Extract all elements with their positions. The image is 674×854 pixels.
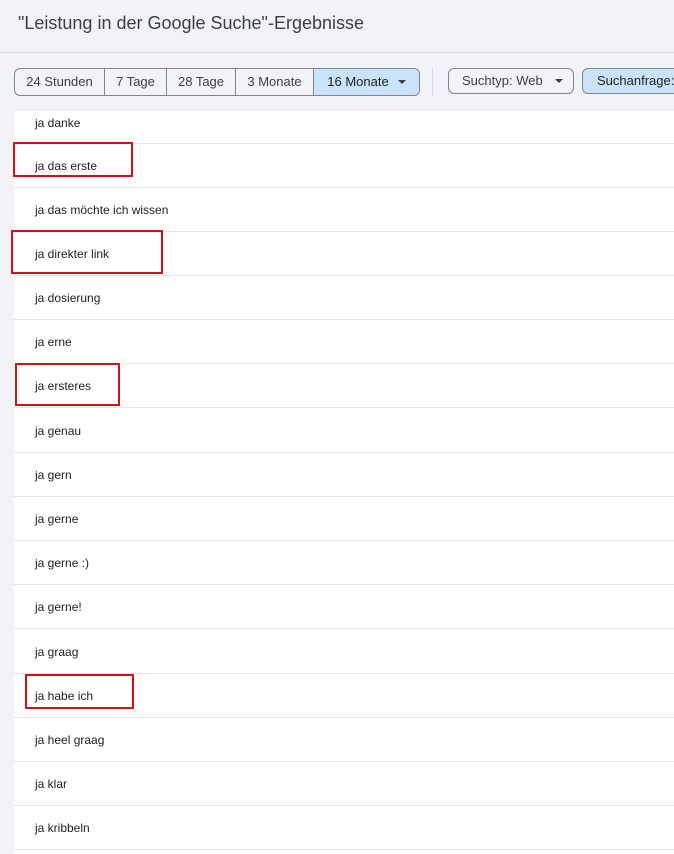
highlight-box (13, 142, 133, 177)
query-row[interactable]: ja gerne :) (14, 541, 674, 585)
date-range-label: 28 Tage (177, 74, 225, 89)
query-row[interactable]: ja klar (14, 762, 674, 806)
toolbar-divider (432, 68, 433, 96)
date-range-label: 16 Monate (327, 74, 389, 89)
date-range-selector: 24 Stunden 7 Tage 28 Tage 3 Monate 16 Mo… (14, 68, 420, 96)
query-row[interactable]: ja heel graag (14, 718, 674, 762)
query-row[interactable]: ja danke (14, 111, 674, 144)
highlight-box (25, 674, 134, 709)
query-label: ja gerne (35, 512, 79, 526)
date-range-label: 3 Monate (247, 74, 302, 89)
query-label: ja kribbeln (35, 821, 90, 835)
query-label: ja gerne! (35, 600, 82, 614)
query-row[interactable]: ja genau (14, 409, 674, 453)
query-label: ja genau (35, 424, 82, 438)
date-range-28-days[interactable]: 28 Tage (167, 69, 236, 95)
query-label: ja danke (35, 116, 81, 130)
query-row[interactable]: ja dosierung (14, 276, 674, 320)
query-row[interactable]: ja graag (14, 630, 674, 674)
query-label: ja gerne :) (35, 556, 90, 570)
query-row[interactable]: ja direkter link (11, 230, 674, 276)
highlight-box (15, 363, 120, 406)
query-row[interactable]: ja gerne! (14, 585, 674, 629)
date-range-3-months[interactable]: 3 Monate (236, 69, 314, 95)
date-range-label: 7 Tage (116, 74, 155, 89)
dropdown-arrow-icon (554, 78, 563, 83)
query-row[interactable]: ja das erste (13, 142, 674, 188)
highlight-box (11, 230, 163, 274)
query-label: ja erne (35, 335, 72, 349)
query-row[interactable]: ja erne (14, 320, 674, 364)
search-performance-page: "Leistung in der Google Suche"-Ergebniss… (0, 0, 674, 854)
query-row[interactable]: ja gerne (14, 497, 674, 541)
date-range-16-months[interactable]: 16 Monate (314, 69, 419, 95)
query-filter-label: Suchanfrage: (597, 73, 674, 88)
query-label: ja das möchte ich wissen (35, 203, 169, 217)
query-label: ja gern (35, 468, 72, 482)
date-range-label: 24 Stunden (26, 74, 93, 89)
search-type-filter[interactable]: Suchtyp: Web (448, 68, 574, 94)
query-filter-chip[interactable]: Suchanfrage: (582, 68, 674, 94)
query-table: ja danke ja das erste ja das möchte ich wi… (11, 111, 674, 854)
date-range-7-days[interactable]: 7 Tage (105, 69, 167, 95)
search-type-label: Suchtyp: Web (462, 73, 543, 88)
query-row[interactable]: ja das möchte ich wissen (14, 188, 674, 232)
query-label: ja dosierung (35, 291, 101, 305)
page-header: "Leistung in der Google Suche"-Ergebniss… (0, 0, 674, 53)
filter-toolbar: 24 Stunden 7 Tage 28 Tage 3 Monate 16 Mo… (0, 53, 674, 110)
date-range-24-hours[interactable]: 24 Stunden (15, 69, 105, 95)
dropdown-arrow-icon (397, 79, 406, 84)
query-row[interactable]: ja kribbeln (14, 806, 674, 850)
query-label: ja klar (35, 777, 68, 791)
query-label: ja graag (35, 645, 79, 659)
query-row[interactable]: ja ersteres (14, 363, 674, 408)
page-title: "Leistung in der Google Suche"-Ergebniss… (18, 13, 364, 33)
query-row[interactable]: ja gern (14, 453, 674, 497)
query-row[interactable]: ja habe ich (14, 674, 674, 718)
query-label: ja heel graag (35, 733, 105, 747)
